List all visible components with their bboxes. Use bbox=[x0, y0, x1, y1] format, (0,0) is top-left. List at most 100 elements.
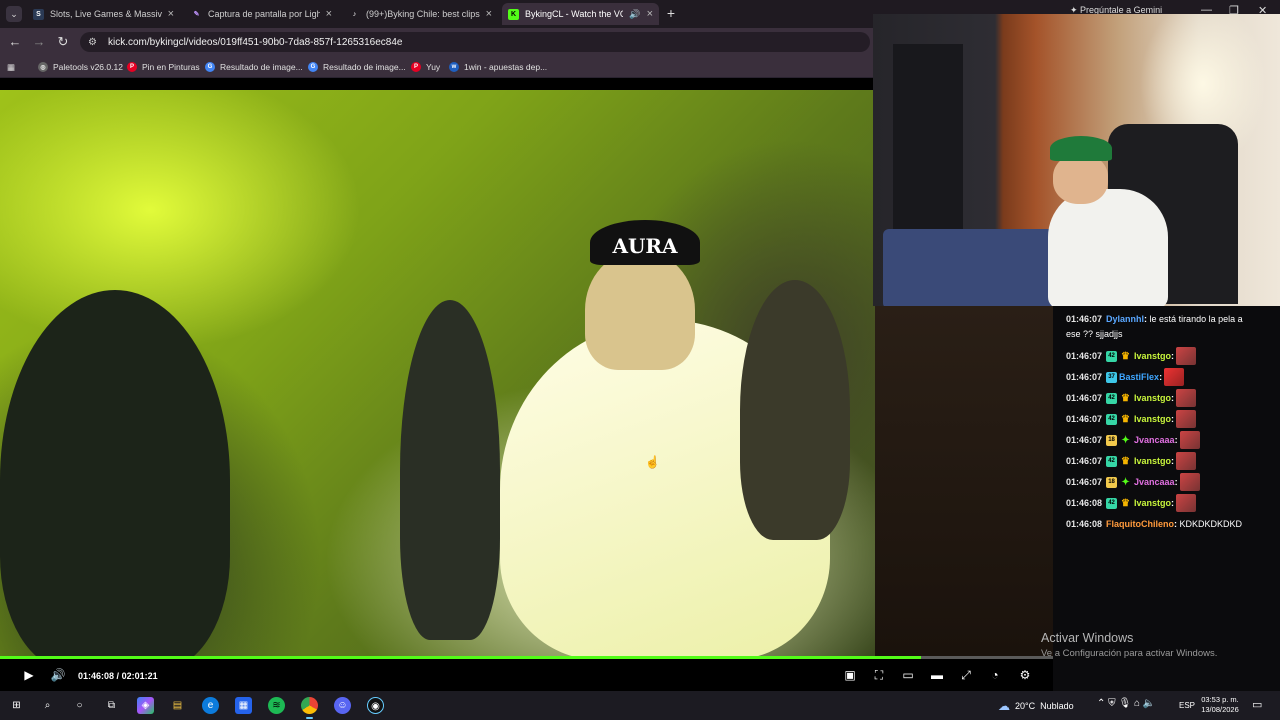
bookmark-label: Paletools v26.0.12 bbox=[53, 62, 123, 72]
bookmark-google-2[interactable]: G Resultado de image... bbox=[308, 60, 406, 74]
fullscreen-icon[interactable]: ⤢ bbox=[958, 667, 974, 683]
cloud-icon: ☁ bbox=[998, 699, 1010, 713]
bookmark-1win[interactable]: w 1win - apuestas dep... bbox=[449, 60, 547, 74]
chat-message-continuation: ese ?? sjjadjjs bbox=[1066, 329, 1123, 339]
browser-toolbar: ← → ↻ ⚙ kick.com/bykingcl/videos/019ff45… bbox=[0, 28, 875, 56]
close-tab-icon[interactable]: × bbox=[326, 8, 332, 20]
emote-icon bbox=[1179, 431, 1200, 449]
bookmark-google-1[interactable]: G Resultado de image... bbox=[205, 60, 303, 74]
captions-icon[interactable]: ▭ bbox=[900, 667, 916, 683]
network-icon[interactable]: ⌂ bbox=[1134, 698, 1140, 709]
shelf bbox=[893, 44, 963, 244]
search-icon[interactable]: ⌕ bbox=[39, 697, 56, 714]
new-tab-button[interactable]: + bbox=[664, 6, 678, 20]
chat-text: le está tirando la pela a bbox=[1149, 314, 1243, 324]
person-back bbox=[400, 300, 500, 640]
back-button[interactable]: ← bbox=[7, 34, 23, 50]
speed-icon[interactable]: ◔ bbox=[987, 667, 1003, 683]
tab-lightshot[interactable]: ✎ Captura de pantalla por Lightsh × bbox=[185, 3, 338, 25]
tab-tiktok[interactable]: ♪ (99+)Byking Chile: best clips, ra × bbox=[343, 3, 498, 25]
app-icon[interactable]: ◉ bbox=[367, 697, 384, 714]
chat-username[interactable]: Jvancaaa bbox=[1134, 435, 1175, 445]
spotify-icon[interactable]: ≋ bbox=[268, 697, 285, 714]
clock[interactable]: 03:53 p. m. 13/08/2026 bbox=[1200, 695, 1240, 715]
address-bar[interactable]: ⚙ kick.com/bykingcl/videos/019ff451-90b0… bbox=[80, 32, 870, 52]
bookmark-paletools[interactable]: ◎ Paletools v26.0.12 bbox=[38, 60, 123, 74]
pen-favicon-icon: ✎ bbox=[193, 11, 200, 18]
player-controls: ▶ 🔊 01:46:08 / 02:01:21 ▣ ⛶ ▭ ▬ ⤢ ◔ ⚙ bbox=[0, 659, 1053, 691]
gem-icon: ✦ bbox=[1121, 434, 1130, 446]
volume-icon[interactable]: 🔈 bbox=[1143, 698, 1155, 709]
weather-widget[interactable]: ☁ 20°C Nublado bbox=[998, 699, 1074, 713]
google-icon: G bbox=[308, 62, 318, 72]
task-view-icon[interactable]: ⧉ bbox=[103, 697, 120, 714]
kick-favicon-icon: K bbox=[508, 8, 519, 20]
streamer-face bbox=[1053, 154, 1108, 204]
minimize-button[interactable]: — bbox=[1201, 4, 1212, 16]
chat-username[interactable]: BastiFlex bbox=[1119, 372, 1159, 382]
chrome-icon[interactable] bbox=[301, 697, 318, 719]
volume-icon[interactable]: 🔊 bbox=[50, 667, 66, 683]
chat-username[interactable]: Ivanstgo bbox=[1134, 498, 1171, 508]
chat-message: 01:46:07 42 ♛ Ivanstgo: bbox=[1066, 347, 1197, 365]
close-tab-icon[interactable]: × bbox=[647, 8, 653, 20]
cortana-icon[interactable]: ○ bbox=[71, 697, 88, 714]
file-explorer-icon[interactable]: ▤ bbox=[169, 697, 186, 714]
chat-username[interactable]: Ivanstgo bbox=[1134, 456, 1171, 466]
chat-message: 01:46:07 37 BastiFlex: bbox=[1066, 368, 1185, 386]
chat-username[interactable]: Dylannhl bbox=[1106, 314, 1144, 324]
close-tab-icon[interactable]: × bbox=[168, 8, 174, 20]
time-separator: / bbox=[116, 671, 120, 681]
subscriber-badge: 42 bbox=[1106, 413, 1118, 425]
chevron-up-icon[interactable]: ⌃ bbox=[1097, 698, 1105, 709]
maximize-button[interactable]: ❐ bbox=[1229, 4, 1239, 17]
tab-title: Slots, Live Games & Massive Ja bbox=[50, 9, 162, 19]
emote-icon bbox=[1176, 452, 1197, 470]
chat-username[interactable]: FlaquitoChileno bbox=[1106, 519, 1174, 529]
close-window-button[interactable]: ✕ bbox=[1258, 4, 1267, 17]
microphone-icon[interactable]: 🎙 bbox=[1118, 698, 1131, 709]
bookmark-yuy[interactable]: P Yuy bbox=[411, 60, 440, 74]
windows-start-icon[interactable]: ⊞ bbox=[8, 697, 25, 714]
crown-icon: ♛ bbox=[1121, 350, 1131, 362]
clip-icon[interactable]: ⛶ bbox=[871, 667, 887, 683]
bookmark-label: Pin en Pinturas bbox=[142, 62, 200, 72]
theater-mode-icon[interactable]: ▬ bbox=[929, 667, 945, 683]
settings-gear-icon[interactable]: ⚙ bbox=[1017, 667, 1033, 683]
chat-username[interactable]: Ivanstgo bbox=[1134, 414, 1171, 424]
edge-icon[interactable]: e bbox=[202, 697, 219, 714]
chat-username[interactable]: Ivanstgo bbox=[1134, 351, 1171, 361]
close-tab-icon[interactable]: × bbox=[486, 8, 492, 20]
bookmark-pinterest[interactable]: P Pin en Pinturas bbox=[127, 60, 200, 74]
url-text: kick.com/bykingcl/videos/019ff451-90b0-7… bbox=[108, 36, 403, 48]
security-icon[interactable]: ⛨ bbox=[1108, 698, 1116, 709]
tab-kick[interactable]: K BykingCL - Watch the VOD 🔊 × bbox=[502, 3, 659, 25]
globe-icon: ◎ bbox=[38, 62, 48, 72]
chat-username[interactable]: Jvancaaa bbox=[1134, 477, 1175, 487]
play-icon[interactable]: ▶ bbox=[21, 667, 37, 683]
clock-time: 03:53 p. m. bbox=[1201, 695, 1239, 704]
tab-stake[interactable]: S Slots, Live Games & Massive Ja × bbox=[27, 3, 180, 25]
store-icon[interactable]: ▦ bbox=[235, 697, 252, 714]
gem-icon: ✦ bbox=[1121, 476, 1130, 488]
person-right bbox=[740, 280, 850, 540]
system-tray[interactable]: ⌃ ⛨ 🎙 ⌂ 🔈 bbox=[1097, 698, 1155, 709]
notifications-icon[interactable]: ▭ bbox=[1252, 698, 1262, 711]
video-frame[interactable]: AURA ☝ bbox=[0, 90, 875, 658]
time-display: 01:46:08 / 02:01:21 bbox=[78, 671, 158, 681]
speaker-icon[interactable]: 🔊 bbox=[629, 9, 640, 20]
site-info-icon[interactable]: ⚙ bbox=[88, 37, 100, 48]
copilot-icon[interactable]: ◈ bbox=[137, 697, 154, 714]
emote-icon bbox=[1176, 410, 1197, 428]
language-indicator[interactable]: ESP bbox=[1179, 701, 1195, 710]
chat-username[interactable]: Ivanstgo bbox=[1134, 393, 1171, 403]
tab-search-button[interactable]: ⌄ bbox=[6, 6, 22, 22]
chat-message: 01:46:08 42 ♛ Ivanstgo: bbox=[1066, 494, 1197, 512]
emote-icon bbox=[1176, 347, 1197, 365]
forward-button[interactable]: → bbox=[31, 34, 47, 50]
reload-button[interactable]: ↻ bbox=[55, 34, 71, 50]
apps-icon[interactable]: ▦ bbox=[7, 60, 15, 74]
mini-player-icon[interactable]: ▣ bbox=[842, 667, 858, 683]
discord-icon[interactable]: ☺ bbox=[334, 697, 351, 714]
bookmark-label: Resultado de image... bbox=[220, 62, 303, 72]
